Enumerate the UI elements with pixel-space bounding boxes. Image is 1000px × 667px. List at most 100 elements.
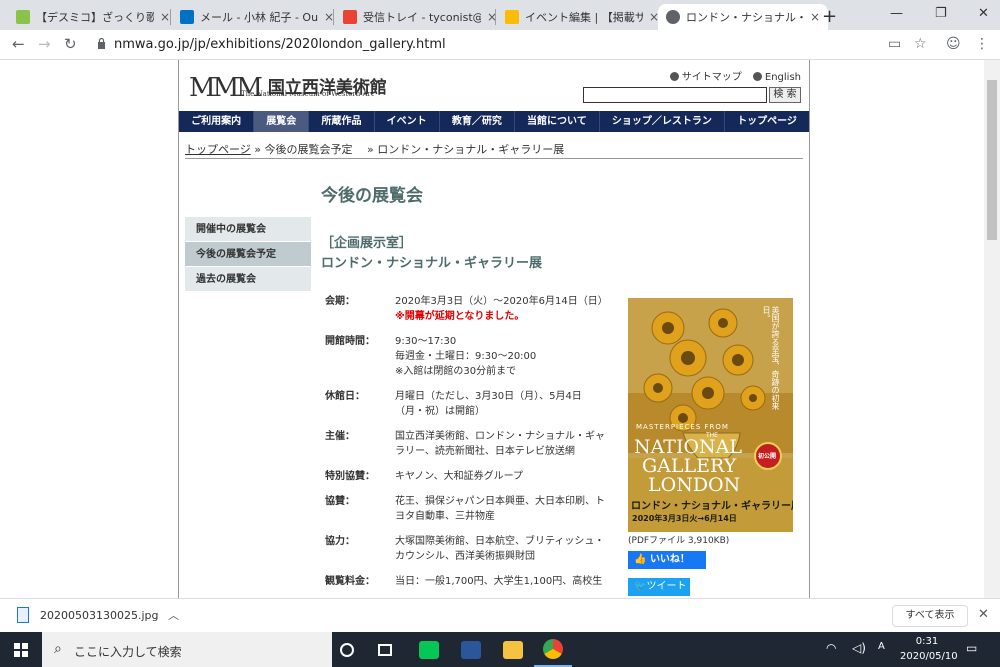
tab-divider xyxy=(495,9,496,25)
close-icon[interactable]: × xyxy=(810,10,820,24)
task-view-icon[interactable] xyxy=(366,632,404,667)
exhibition-poster[interactable]: MASTERPIECES FROM THE NATIONAL GALLERY L… xyxy=(628,298,793,532)
pdf-caption[interactable]: (PDFファイル 3,910KB) xyxy=(628,533,729,546)
breadcrumb-upcoming: » 今後の展覧会予定 xyxy=(250,143,353,156)
museum-logo[interactable]: MMM 国立西洋美術館 xyxy=(189,72,387,104)
breadcrumb-current: » ロンドン・ナショナル・ギャラリー展 xyxy=(363,143,565,156)
nav-education[interactable]: 教育／研究 xyxy=(440,111,515,132)
facebook-like-button[interactable]: 👍 いいね！ 43 xyxy=(628,551,706,583)
window-close-icon[interactable]: ✕ xyxy=(978,6,989,21)
info-key: 協力： xyxy=(325,536,355,547)
tab-event-edit[interactable]: イベント編集 | 【掲載サーク × xyxy=(497,4,667,30)
logo-mark: MMM xyxy=(189,73,263,103)
breadcrumb-home[interactable]: トップページ xyxy=(185,143,251,156)
tab-outlook-mail[interactable]: メール - 小林 紀子 - Outlo × xyxy=(172,4,342,30)
info-value: 大塚国際美術館、日本航空、ブリティッシュ・ xyxy=(395,536,605,547)
address-toolbar: ← → ↻ nmwa.go.jp/jp/exhibitions/2020lond… xyxy=(0,30,1000,60)
line-app-icon[interactable] xyxy=(410,632,448,667)
forward-arrow-icon[interactable]: → xyxy=(38,35,51,53)
tweet-label: ツイート xyxy=(646,581,687,592)
twitter-bird-icon: 🐦 xyxy=(634,581,647,592)
info-value: 毎週金・土曜日：9:30～20:00 xyxy=(395,351,537,362)
search-input[interactable] xyxy=(583,87,767,103)
info-key: 会期： xyxy=(325,296,355,307)
chevron-up-icon[interactable]: ︿ xyxy=(168,607,179,623)
exhibition-info: 会期： 2020年3月3日（火）～2020年6月14日（日） ※開幕が延期となりま… xyxy=(325,294,615,598)
new-tab-button[interactable]: + xyxy=(822,6,837,27)
poster-badge: 初公開 xyxy=(758,453,777,460)
tab-title: 【デスミコ】ざっくり歌詞メモ - xyxy=(36,11,154,24)
volume-icon[interactable]: ◁) xyxy=(852,641,866,655)
cast-icon[interactable]: ▭ xyxy=(888,36,901,52)
back-arrow-icon[interactable]: ← xyxy=(12,35,25,53)
info-key: 開館時間： xyxy=(325,336,375,347)
info-row-special-sponsor: 特別協賛： キヤノン、大和証券グループ xyxy=(325,469,615,484)
ime-icon[interactable]: A xyxy=(878,641,885,652)
nav-collection[interactable]: 所蔵作品 xyxy=(309,111,375,132)
info-row-admission: 観覧料金： 当日：一般1,700円、大学生1,100円、高校生 xyxy=(325,574,615,589)
tab-national-gallery[interactable]: ロンドン・ナショナル・ギャラリ × xyxy=(658,4,829,30)
url-field[interactable]: nmwa.go.jp/jp/exhibitions/2020london_gal… xyxy=(114,37,446,52)
tab-gmail-inbox[interactable]: 受信トレイ - tyconist@gm × xyxy=(335,4,505,30)
info-value: （月・祝）は開館） xyxy=(395,406,485,417)
nav-events[interactable]: イベント xyxy=(375,111,440,132)
taskbar-clock[interactable]: 0:31 2020/05/10 xyxy=(900,634,958,664)
windows-taskbar: ⌕ ここに入力して検索 ◠ ◁) A 0:31 2020/05/10 ▭ xyxy=(0,632,1000,667)
info-value: ヨタ自動車、三井物産 xyxy=(395,511,495,522)
file-explorer-icon[interactable] xyxy=(494,632,532,667)
clock-time: 0:31 xyxy=(915,636,939,647)
side-item-past[interactable]: 過去の展覧会 xyxy=(185,267,311,292)
event-icon xyxy=(505,10,519,24)
poster-dates: 2020年3月3日火→6月14日 xyxy=(632,514,737,523)
poster-jp-title: ロンドン・ナショナル・ギャラリー展 xyxy=(631,501,793,512)
info-row-hours: 開館時間： 9:30～17:30 毎週金・土曜日：9:30～20:00 ※入館は閉館… xyxy=(325,334,615,379)
minimize-icon[interactable]: — xyxy=(890,6,903,21)
info-row-cooperation: 協力： 大塚国際美術館、日本航空、ブリティッシュ・ カウンシル、西洋美術振興財団 xyxy=(325,534,615,564)
tab-lyrics-memo[interactable]: 【デスミコ】ざっくり歌詞メモ - × xyxy=(8,4,178,30)
nav-exhibitions[interactable]: 展覧会 xyxy=(254,111,310,132)
scrollbar-thumb[interactable] xyxy=(987,80,997,240)
tab-title: ロンドン・ナショナル・ギャラリ xyxy=(686,11,804,24)
windows-start-icon[interactable] xyxy=(14,643,28,657)
logo-english: The National Museum of Western Art xyxy=(241,90,374,98)
menu-kebab-icon[interactable]: ⋮ xyxy=(975,36,989,52)
taskbar-search-box[interactable]: ⌕ ここに入力して検索 xyxy=(42,632,332,667)
close-download-bar-icon[interactable]: ✕ xyxy=(978,607,989,622)
lock-icon xyxy=(98,38,105,49)
info-value: 国立西洋美術館、ロンドン・ナショナル・ギャ xyxy=(395,431,605,442)
info-key: 主催： xyxy=(325,431,355,442)
sitemap-link[interactable]: サイトマップ xyxy=(669,72,742,83)
breadcrumb: トップページ » 今後の展覧会予定 » ロンドン・ナショナル・ギャラリー展 xyxy=(185,141,564,157)
download-filename[interactable]: 20200503130025.jpg xyxy=(40,609,159,622)
network-icon[interactable]: ◠ xyxy=(826,641,836,655)
global-nav: ご利用案内 展覧会 所蔵作品 イベント 教育／研究 当館について ショップ／レス… xyxy=(179,111,809,132)
restore-icon[interactable]: ❐ xyxy=(935,6,947,21)
notification-icon[interactable]: ▭ xyxy=(966,641,977,655)
side-item-upcoming[interactable]: 今後の展覧会予定 xyxy=(185,242,311,267)
info-value: 9:30～17:30 xyxy=(395,336,457,347)
nav-about[interactable]: 当館について xyxy=(515,111,600,132)
cortana-icon[interactable] xyxy=(328,632,366,667)
info-key: 協賛： xyxy=(325,496,355,507)
english-link[interactable]: English xyxy=(752,72,801,83)
nav-guide[interactable]: ご利用案内 xyxy=(179,111,255,132)
reload-icon[interactable]: ↻ xyxy=(64,35,77,53)
search-button[interactable]: 検 索 xyxy=(769,87,801,103)
word-app-icon[interactable] xyxy=(452,632,490,667)
divider xyxy=(185,158,803,159)
profile-avatar-icon[interactable]: ☺ xyxy=(946,36,961,52)
tab-title: メール - 小林 紀子 - Outlo xyxy=(200,11,318,24)
chrome-app-icon[interactable] xyxy=(534,632,572,667)
side-item-current[interactable]: 開催中の展覧会 xyxy=(185,217,311,242)
tweet-button[interactable]: 🐦ツイート xyxy=(628,578,690,596)
arrow-circle-icon xyxy=(669,72,679,81)
info-value: ※入館は閉館の30分前まで xyxy=(395,366,517,377)
bookmark-star-icon[interactable]: ☆ xyxy=(914,36,927,52)
close-icon[interactable]: × xyxy=(160,10,170,24)
vertical-scrollbar[interactable] xyxy=(984,60,1000,598)
show-all-button[interactable]: すべて表示 xyxy=(892,605,968,627)
info-row-organizer: 主催： 国立西洋美術館、ロンドン・ナショナル・ギャ ラリー、読売新聞社、日本テレビ… xyxy=(325,429,615,459)
nav-shop[interactable]: ショップ／レストラン xyxy=(600,111,726,132)
info-value: ラリー、読売新聞社、日本テレビ放送網 xyxy=(395,446,575,457)
nav-top[interactable]: トップページ xyxy=(725,111,809,132)
